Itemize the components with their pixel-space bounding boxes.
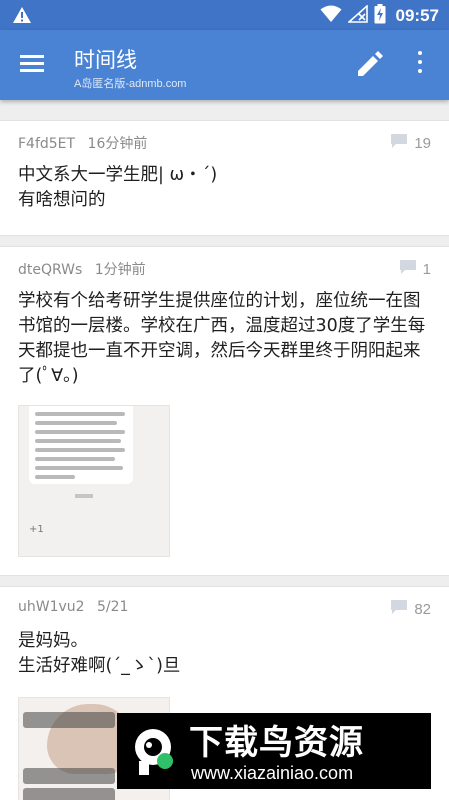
post-content: 是妈妈。 生活好难啊(´_ゝ`)旦 [18,631,181,676]
post-time: 1分钟前 [94,262,146,278]
post-uid: F4fd5ET [18,136,76,152]
image-text-line [35,466,123,470]
app-subtitle: A岛匿名版-adnmb.com [74,78,187,90]
comment-icon [390,599,408,619]
app-screen: 09:57 时间线 A岛匿名版-adnmb.com F4fd5ET 16分钟前 [0,0,449,800]
comment-icon [390,133,408,153]
post-meta: dteQRWs 1分钟前 [18,259,146,279]
reply-count: 19 [390,133,431,153]
status-bar: 09:57 [0,0,449,30]
battery-charging-icon [374,4,386,28]
post-uid: uhW1vu2 [18,599,85,615]
wifi-icon [320,5,342,27]
watermark-title: 下载鸟资源 [189,723,364,763]
status-time: 09:57 [395,6,439,25]
edit-icon[interactable] [354,50,386,82]
post-time: 16分钟前 [87,136,148,152]
menu-icon[interactable] [20,52,50,78]
app-bar: 时间线 A岛匿名版-adnmb.com [0,30,449,100]
post-meta: uhW1vu2 5/21 [18,599,128,615]
post-content: 中文系大一学生肥| ω・´) 有啥想问的 [18,165,218,210]
no-signal-icon [346,4,368,27]
chat-bubble-image [29,406,133,484]
image-plus-mark: +1 [29,524,44,535]
watermark-url: www.xiazainiao.com [191,763,354,783]
image-caption-strip [23,768,115,784]
post-card[interactable]: F4fd5ET 16分钟前 19 中文系大一学生肥| ω・´) 有啥想问的 [0,120,449,236]
image-text-line [35,412,125,416]
watermark-banner: 下载鸟资源 www.xiazainiao.com [117,713,431,789]
more-vert-icon[interactable] [410,51,430,79]
bird-logo-icon [125,721,185,781]
app-title: 时间线 [74,48,137,72]
image-text-line [35,439,121,443]
image-text-line [35,448,125,452]
image-caption-strip [23,712,115,728]
reply-count-value: 1 [422,260,431,278]
reply-count: 1 [399,259,431,279]
post-image-thumbnail[interactable]: +1 [18,405,170,557]
status-icons: 09:57 [320,4,439,28]
post-time: 5/21 [97,599,129,615]
reply-count: 82 [390,599,431,619]
post-content: 学校有个给考研学生提供座位的计划，座位统一在图书馆的一层楼。学校在广西，温度超过… [18,291,426,386]
image-text-line [35,457,115,461]
image-caption-strip [23,788,115,800]
image-text-line [35,430,125,434]
reply-count-value: 82 [414,600,431,618]
image-timestamp [75,494,93,498]
image-text-line [35,421,117,425]
post-card[interactable]: dteQRWs 1分钟前 1 学校有个给考研学生提供座位的计划，座位统一在图书馆… [0,246,449,576]
comment-icon [399,259,417,279]
post-uid: dteQRWs [18,262,83,278]
warning-icon [12,6,32,28]
image-text-line [35,475,75,479]
post-meta: F4fd5ET 16分钟前 [18,133,147,153]
reply-count-value: 19 [414,134,431,152]
